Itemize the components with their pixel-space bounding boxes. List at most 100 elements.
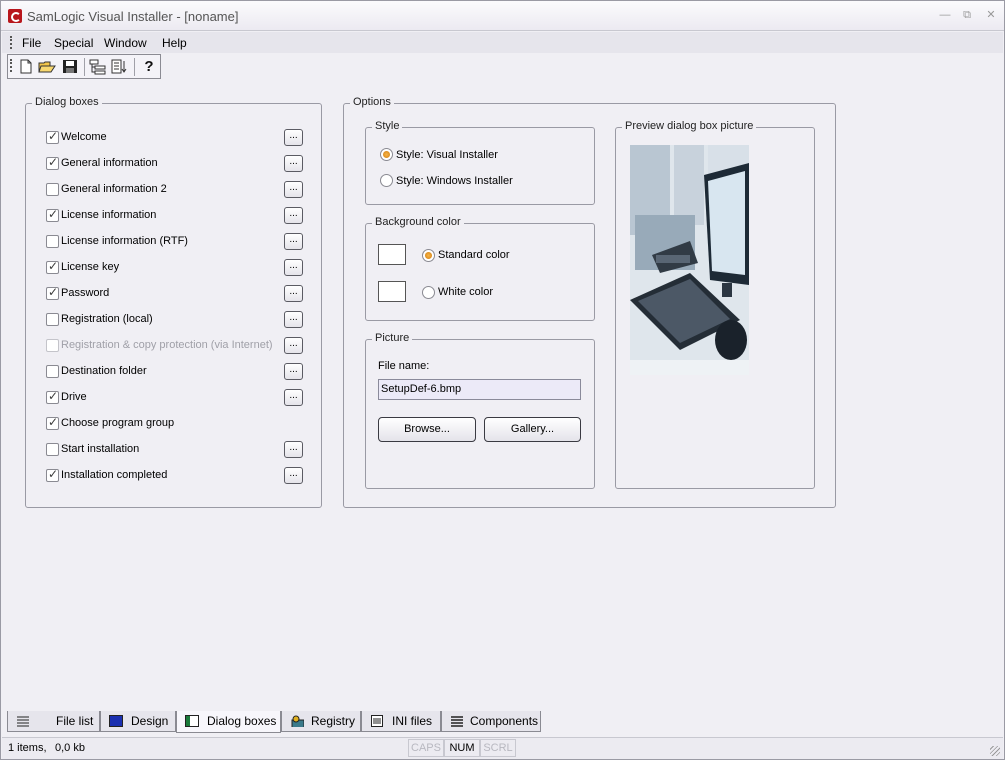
background-color-label: Background color [372, 216, 464, 228]
dialog-item-checkbox[interactable] [46, 207, 59, 222]
white-color-radio[interactable] [422, 286, 435, 299]
menu-file[interactable]: File [22, 36, 41, 50]
dialog-item-settings-button[interactable]: ... [284, 311, 303, 328]
tab-dialog-boxes[interactable]: Dialog boxes [176, 711, 281, 733]
dialog-item-settings-button[interactable]: ... [284, 467, 303, 484]
dialog-item-checkbox[interactable] [46, 415, 59, 430]
tab-registry-label: Registry [311, 714, 356, 728]
dialog-item-checkbox[interactable] [46, 129, 59, 144]
style-group: Style Style: Visual Installer Style: Win… [365, 120, 595, 205]
new-icon[interactable] [17, 58, 35, 75]
dialog-item-checkbox[interactable] [46, 365, 59, 378]
dialog-item-settings-button[interactable]: ... [284, 207, 303, 224]
title-bar[interactable]: SamLogic Visual Installer - [noname] — ⧉… [1, 1, 1004, 31]
background-color-group: Background color Standard color White co… [365, 216, 595, 321]
sort-icon[interactable] [111, 58, 129, 75]
standard-color-radio[interactable] [422, 249, 435, 262]
dialog-item-label: Installation completed [61, 469, 168, 481]
tab-ini-files-label: INI files [392, 714, 433, 728]
tab-components[interactable]: Components [441, 711, 541, 732]
design-icon [109, 715, 123, 727]
dialog-item-drive[interactable]: Drive [46, 389, 296, 406]
list-icon [17, 716, 29, 727]
dialog-item-license-key[interactable]: License key [46, 259, 296, 276]
dialog-item-checkbox[interactable] [46, 389, 59, 404]
tab-registry[interactable]: Registry [281, 711, 361, 732]
white-color-swatch [378, 281, 406, 302]
caps-indicator: CAPS [408, 739, 444, 757]
dialog-item-settings-button[interactable]: ... [284, 285, 303, 302]
dialog-item-checkbox[interactable] [46, 235, 59, 248]
status-item-count: 1 items, [8, 742, 47, 754]
window-title: SamLogic Visual Installer - [noname] [27, 9, 239, 24]
dialog-item-start-installation[interactable]: Start installation [46, 442, 296, 458]
app-logo-icon[interactable] [8, 9, 22, 23]
menu-special[interactable]: Special [54, 36, 93, 50]
dialog-item-checkbox[interactable] [46, 183, 59, 196]
dialog-item-checkbox[interactable] [46, 285, 59, 300]
style-windows-installer-radio[interactable] [380, 174, 393, 187]
preview-group: Preview dialog box picture [615, 120, 815, 489]
tab-ini-files[interactable]: INI files [361, 711, 441, 732]
gallery-button[interactable]: Gallery... [484, 417, 581, 442]
components-icon [451, 716, 463, 727]
style-visual-installer-label: Style: Visual Installer [396, 149, 498, 161]
toolbar-grip-icon[interactable] [10, 59, 13, 72]
preview-picture [630, 145, 749, 375]
menu-window[interactable]: Window [104, 36, 147, 50]
options-group: Options Style Style: Visual Installer St… [343, 96, 836, 508]
picture-group: Picture File name: SetupDef-6.bmp Browse… [365, 332, 595, 489]
dialog-item-general-information[interactable]: General information [46, 155, 296, 172]
dialog-item-settings-button[interactable]: ... [284, 129, 303, 146]
help-icon[interactable]: ? [140, 58, 158, 75]
dialog-item-settings-button[interactable]: ... [284, 259, 303, 276]
dialog-item-checkbox[interactable] [46, 313, 59, 326]
dialog-item-label: General information 2 [61, 183, 167, 195]
dialog-item-registration-copy-protection-via-internet[interactable]: Registration & copy protection (via Inte… [46, 338, 296, 354]
dialog-item-settings-button[interactable]: ... [284, 389, 303, 406]
dialog-item-registration-local[interactable]: Registration (local) [46, 312, 296, 328]
dialog-item-label: Registration (local) [61, 313, 153, 325]
restore-icon[interactable]: ⧉ [960, 9, 974, 21]
dialog-item-choose-program-group[interactable]: Choose program group [46, 415, 296, 432]
preview-label: Preview dialog box picture [622, 120, 757, 132]
dialog-item-label: General information [61, 157, 158, 169]
dialog-item-checkbox[interactable] [46, 443, 59, 456]
dialog-item-settings-button[interactable]: ... [284, 233, 303, 250]
dialog-item-destination-folder[interactable]: Destination folder [46, 364, 296, 380]
dialog-item-checkbox[interactable] [46, 155, 59, 170]
open-icon[interactable] [38, 58, 56, 75]
close-icon[interactable]: ✕ [984, 9, 998, 21]
dialog-item-license-information-rtf[interactable]: License information (RTF) [46, 234, 296, 250]
tab-file-list[interactable]: File list [7, 711, 100, 732]
status-total-size: 0,0 kb [55, 742, 85, 754]
dialog-item-license-information[interactable]: License information [46, 207, 296, 224]
tab-design[interactable]: Design [100, 711, 176, 732]
dialog-boxes-label: Dialog boxes [32, 96, 102, 108]
dialog-item-settings-button[interactable]: ... [284, 441, 303, 458]
browse-button[interactable]: Browse... [378, 417, 476, 442]
tree-icon[interactable] [89, 58, 107, 75]
status-bar: 1 items, 0,0 kb CAPS NUM SCRL [2, 737, 1003, 759]
dialog-item-label: Destination folder [61, 365, 147, 377]
dialog-item-settings-button[interactable]: ... [284, 363, 303, 380]
menu-grip-icon[interactable] [10, 36, 13, 49]
dialog-item-settings-button[interactable]: ... [284, 155, 303, 172]
resize-grip-icon[interactable] [990, 746, 1000, 756]
dialog-item-checkbox[interactable] [46, 467, 59, 482]
menu-help[interactable]: Help [162, 36, 187, 50]
dialog-item-welcome[interactable]: Welcome [46, 129, 296, 146]
dialog-item-password[interactable]: Password [46, 285, 296, 302]
dialog-item-installation-completed[interactable]: Installation completed [46, 467, 296, 484]
options-label: Options [350, 96, 394, 108]
minimize-icon[interactable]: — [938, 9, 952, 21]
dialog-item-settings-button[interactable]: ... [284, 337, 303, 354]
dialog-item-settings-button[interactable]: ... [284, 181, 303, 198]
style-visual-installer-radio[interactable] [380, 148, 393, 161]
tab-dialog-boxes-label: Dialog boxes [207, 714, 277, 728]
file-name-input[interactable]: SetupDef-6.bmp [378, 379, 581, 400]
dialog-item-checkbox[interactable] [46, 259, 59, 274]
toolbar-separator [84, 58, 85, 76]
save-icon[interactable] [61, 58, 79, 75]
dialog-item-general-information-2[interactable]: General information 2 [46, 182, 296, 198]
